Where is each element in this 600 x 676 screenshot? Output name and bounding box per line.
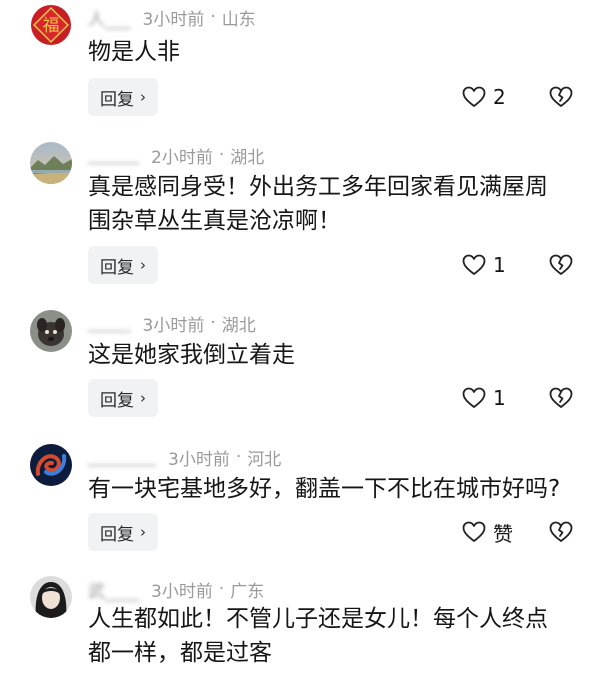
location: 广东 [230,581,265,602]
username[interactable]: ________ [88,447,156,467]
avatar[interactable] [30,310,72,352]
reply-label: 回复 [100,257,134,278]
comment-text: 人生都如此！不管儿子还是女儿！每个人终点 都一样，都是过客 [88,602,588,670]
avatar[interactable] [30,444,72,486]
timestamp: 3小时前 [151,581,213,602]
heart-icon [462,254,486,275]
like-count: 1 [493,253,506,277]
avatar[interactable] [30,142,72,184]
reply-label: 回复 [100,524,134,545]
username[interactable]: 武____ [88,577,139,602]
comment-meta: _____ 3小时前 · 湖北 [88,310,256,336]
reply-label: 回复 [100,390,134,411]
comment-text: 物是人非 [88,35,588,69]
like-count: 2 [493,85,506,109]
location: 山东 [221,9,256,30]
avatar-fu-char: 福 [43,16,60,36]
comment-meta: 武____ 3小时前 · 广东 [88,576,264,602]
like-count: 1 [493,386,506,410]
heart-icon [462,521,486,542]
dislike-button[interactable] [546,513,576,551]
like-button[interactable]: 2 [462,78,506,116]
comment-meta: ________ 3小时前 · 河北 [88,444,281,470]
timestamp: 3小时前 [168,449,230,470]
like-button[interactable]: 赞 [462,513,513,551]
dislike-button[interactable] [546,78,576,116]
comment-meta: ______ 2小时前 · 湖北 [88,142,264,168]
like-button[interactable]: 1 [462,379,506,417]
heart-icon [462,387,486,408]
chevron-right-icon: › [140,523,146,541]
reply-button[interactable]: 回复 › [88,379,158,417]
broken-heart-icon [549,254,573,275]
comment-line: 物是人非 [88,39,180,65]
avatar[interactable] [30,576,72,618]
broken-heart-icon [549,86,573,107]
separator-dot: · [210,313,216,333]
comment-line: 围杂草丛生真是沧凉啊！ [88,208,341,234]
heart-icon [462,86,486,107]
comment-line: 这是她家我倒立着走 [88,342,295,368]
chevron-right-icon: › [140,256,146,274]
location: 湖北 [230,147,265,168]
comment-text: 这是她家我倒立着走 [88,338,588,372]
comment-text: 真是感同身受！外出务工多年回家看见满屋周 围杂草丛生真是沧凉啊！ [88,170,588,238]
timestamp: 2小时前 [151,147,213,168]
timestamp: 3小时前 [142,9,205,30]
chevron-right-icon: › [140,389,146,407]
separator-dot: · [218,579,225,599]
reply-button[interactable]: 回复 › [88,513,158,551]
username[interactable]: ______ [88,145,139,165]
username[interactable]: _____ [88,313,131,333]
like-button[interactable]: 1 [462,246,506,284]
broken-heart-icon [549,387,573,408]
reply-button[interactable]: 回复 › [88,246,158,284]
comment-meta: 人___ 3小时前 · 山东 [88,4,256,30]
comment-line: 都一样，都是过客 [88,640,272,666]
username[interactable]: 人___ [88,5,131,30]
comment-line: 有一块宅基地多好，翻盖一下不比在城市好吗? [88,476,561,502]
like-label: 赞 [493,521,513,546]
dislike-button[interactable] [546,379,576,417]
reply-label: 回复 [100,89,134,110]
avatar[interactable]: 福 [30,4,72,46]
location: 湖北 [221,315,256,336]
comment-line: 人生都如此！不管儿子还是女儿！每个人终点 [88,606,548,632]
separator-dot: · [235,447,242,467]
dislike-button[interactable] [546,246,576,284]
comment-text: 有一块宅基地多好，翻盖一下不比在城市好吗? [88,472,588,506]
separator-dot: · [210,7,216,27]
timestamp: 3小时前 [142,315,205,336]
location: 河北 [247,449,282,470]
chevron-right-icon: › [140,88,146,106]
reply-button[interactable]: 回复 › [88,78,158,116]
comment-line: 真是感同身受！外出务工多年回家看见满屋周 [88,174,548,200]
broken-heart-icon [549,521,573,542]
separator-dot: · [218,145,225,165]
